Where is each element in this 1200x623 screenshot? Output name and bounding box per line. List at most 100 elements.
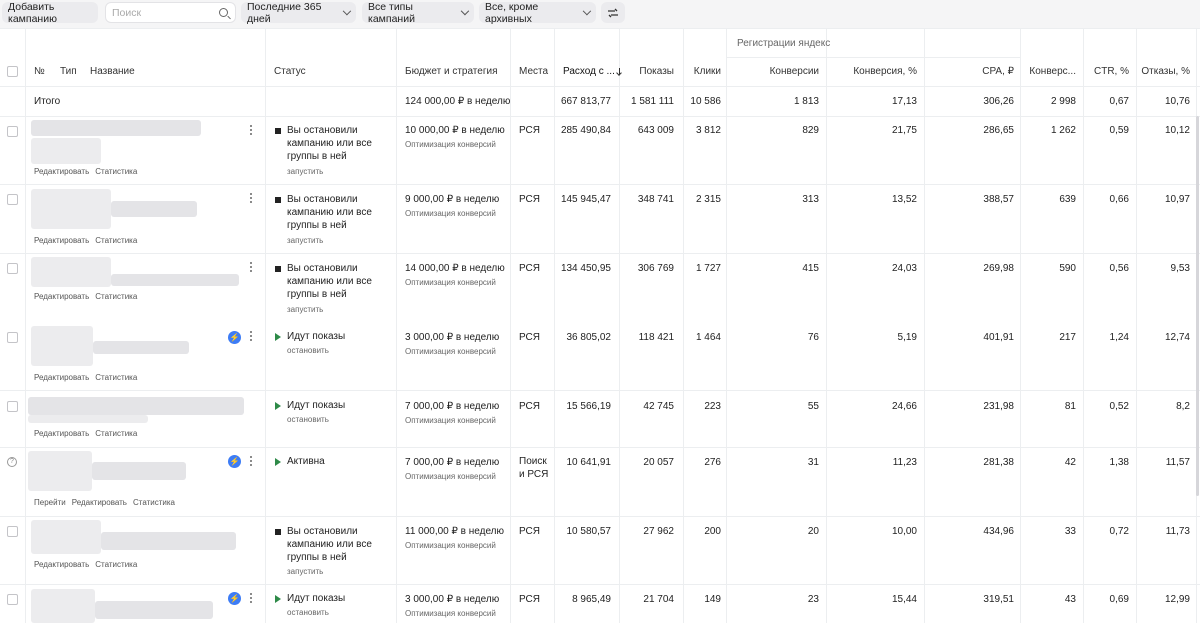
total-conversions2: 2 998 — [1050, 96, 1076, 107]
col-budget-header[interactable]: Бюджет и стратегия — [405, 66, 497, 77]
col-conversions2-header[interactable]: Конверс... — [1029, 66, 1076, 77]
col-cpa-header[interactable]: CPA, ₽ — [982, 66, 1014, 77]
impressions-value: 42 745 — [643, 401, 674, 412]
more-menu-icon[interactable] — [250, 262, 252, 274]
autotargeting-bolt-icon[interactable]: ⚡ — [228, 455, 241, 468]
impressions-value: 118 421 — [638, 332, 674, 343]
row-checkbox[interactable] — [7, 263, 18, 274]
search-icon[interactable] — [219, 8, 228, 17]
col-ctr-header[interactable]: CTR, % — [1094, 66, 1129, 77]
campaign-name-blurred — [111, 274, 239, 286]
settings-toggle-button[interactable] — [601, 2, 625, 23]
play-icon — [275, 333, 281, 341]
col-bounces-header[interactable]: Отказы, % — [1141, 66, 1190, 77]
status-filter-dropdown[interactable]: Все, кроме архивных — [479, 1, 596, 25]
stats-link[interactable]: Статистика — [95, 167, 137, 176]
ctr-value: 0,56 — [1109, 263, 1129, 274]
col-conversions-header[interactable]: Конверсии — [770, 66, 819, 77]
col-type-header[interactable]: Тип — [60, 66, 77, 77]
stats-link[interactable]: Статистика — [95, 292, 137, 301]
conversions-value: 415 — [802, 263, 819, 274]
edit-link[interactable]: Редактировать — [72, 498, 127, 507]
start-link[interactable]: запустить — [287, 236, 323, 245]
strategy-value: Оптимизация конверсий — [405, 609, 496, 618]
col-conversion-rate-header[interactable]: Конверсия, % — [853, 66, 917, 77]
filter-settings-icon — [608, 8, 618, 17]
cpa-value: 388,57 — [983, 194, 1014, 205]
col-places-header[interactable]: Места — [519, 66, 548, 77]
help-icon[interactable]: ? — [7, 457, 17, 467]
more-menu-icon[interactable] — [250, 125, 252, 137]
bounces-value: 10,12 — [1164, 125, 1190, 136]
stopped-icon — [275, 529, 281, 535]
places-value: РСЯ — [519, 125, 541, 136]
conversions2-value: 590 — [1059, 263, 1076, 274]
campaign-name-blurred — [28, 415, 148, 423]
play-icon — [275, 595, 281, 603]
stop-link[interactable]: остановить — [287, 415, 329, 424]
row-checkbox[interactable] — [7, 401, 18, 412]
vertical-scrollbar[interactable] — [1196, 116, 1199, 496]
edit-link[interactable]: Редактировать — [34, 429, 89, 438]
edit-link[interactable]: Редактировать — [34, 167, 89, 176]
edit-link[interactable]: Редактировать — [34, 560, 89, 569]
start-link[interactable]: запустить — [287, 567, 323, 576]
autotargeting-bolt-icon[interactable]: ⚡ — [228, 331, 241, 344]
campaign-types-dropdown[interactable]: Все типы кампаний — [362, 1, 474, 25]
stats-link[interactable]: Статистика — [95, 236, 137, 245]
edit-link[interactable]: Редактировать — [34, 373, 89, 382]
stop-link[interactable]: остановить — [287, 346, 329, 355]
row-checkbox[interactable] — [7, 526, 18, 537]
places-value: РСЯ — [519, 526, 541, 537]
row-checkbox[interactable] — [7, 594, 18, 605]
stop-link[interactable]: остановить — [287, 608, 329, 617]
stats-link[interactable]: Статистика — [95, 429, 137, 438]
stats-link[interactable]: Статистика — [133, 498, 175, 507]
row-links: Редактировать Статистика — [34, 373, 143, 382]
row-checkbox[interactable] — [7, 194, 18, 205]
strategy-value: Оптимизация конверсий — [405, 541, 496, 550]
row-checkbox[interactable] — [7, 126, 18, 137]
cpa-value: 286,65 — [983, 125, 1014, 136]
status-text: Активна — [287, 456, 325, 467]
open-link[interactable]: Перейти — [34, 498, 66, 507]
search-input[interactable]: Поиск — [105, 2, 236, 23]
col-spend-header[interactable]: Расход с ... — [563, 66, 620, 77]
more-menu-icon[interactable] — [250, 593, 252, 605]
start-link[interactable]: запустить — [287, 305, 323, 314]
col-clicks-header[interactable]: Клики — [694, 66, 721, 77]
more-menu-icon[interactable] — [250, 331, 252, 343]
select-all-checkbox[interactable] — [7, 66, 18, 77]
edit-link[interactable]: Редактировать — [34, 236, 89, 245]
edit-link[interactable]: Редактировать — [34, 292, 89, 301]
stats-link[interactable]: Статистика — [95, 560, 137, 569]
period-dropdown[interactable]: Последние 365 дней — [241, 1, 356, 25]
conversion-rate-value: 21,75 — [891, 125, 917, 136]
campaign-name-blurred — [28, 451, 92, 491]
sort-down-icon — [618, 68, 620, 75]
start-link[interactable]: запустить — [287, 167, 323, 176]
add-campaign-button[interactable]: Добавить кампанию — [2, 1, 98, 25]
bounces-value: 10,97 — [1164, 194, 1190, 205]
col-impressions-header[interactable]: Показы — [639, 66, 674, 77]
col-name-header[interactable]: Название — [90, 66, 135, 77]
col-status-header[interactable]: Статус — [274, 66, 306, 77]
campaign-name-blurred — [92, 462, 186, 480]
budget-value: 9 000,00 ₽ в неделю — [405, 194, 500, 205]
row-links: Перейти Редактировать Статистика — [34, 498, 181, 507]
ctr-value: 1,24 — [1109, 332, 1129, 343]
more-menu-icon[interactable] — [250, 456, 252, 468]
ctr-value: 0,72 — [1109, 526, 1129, 537]
col-num-header[interactable]: № — [34, 66, 45, 77]
stats-link[interactable]: Статистика — [95, 373, 137, 382]
autotargeting-bolt-icon[interactable]: ⚡ — [228, 592, 241, 605]
row-checkbox[interactable] — [7, 332, 18, 343]
conversion-rate-value: 24,03 — [891, 263, 917, 274]
campaign-name-blurred — [31, 326, 93, 366]
row-links: Редактировать Статистика — [34, 429, 143, 438]
impressions-value: 27 962 — [643, 526, 674, 537]
cpa-value: 401,91 — [983, 332, 1014, 343]
clicks-value: 1 464 — [695, 332, 721, 343]
more-menu-icon[interactable] — [250, 193, 252, 205]
conversion-rate-value: 15,44 — [891, 594, 917, 605]
